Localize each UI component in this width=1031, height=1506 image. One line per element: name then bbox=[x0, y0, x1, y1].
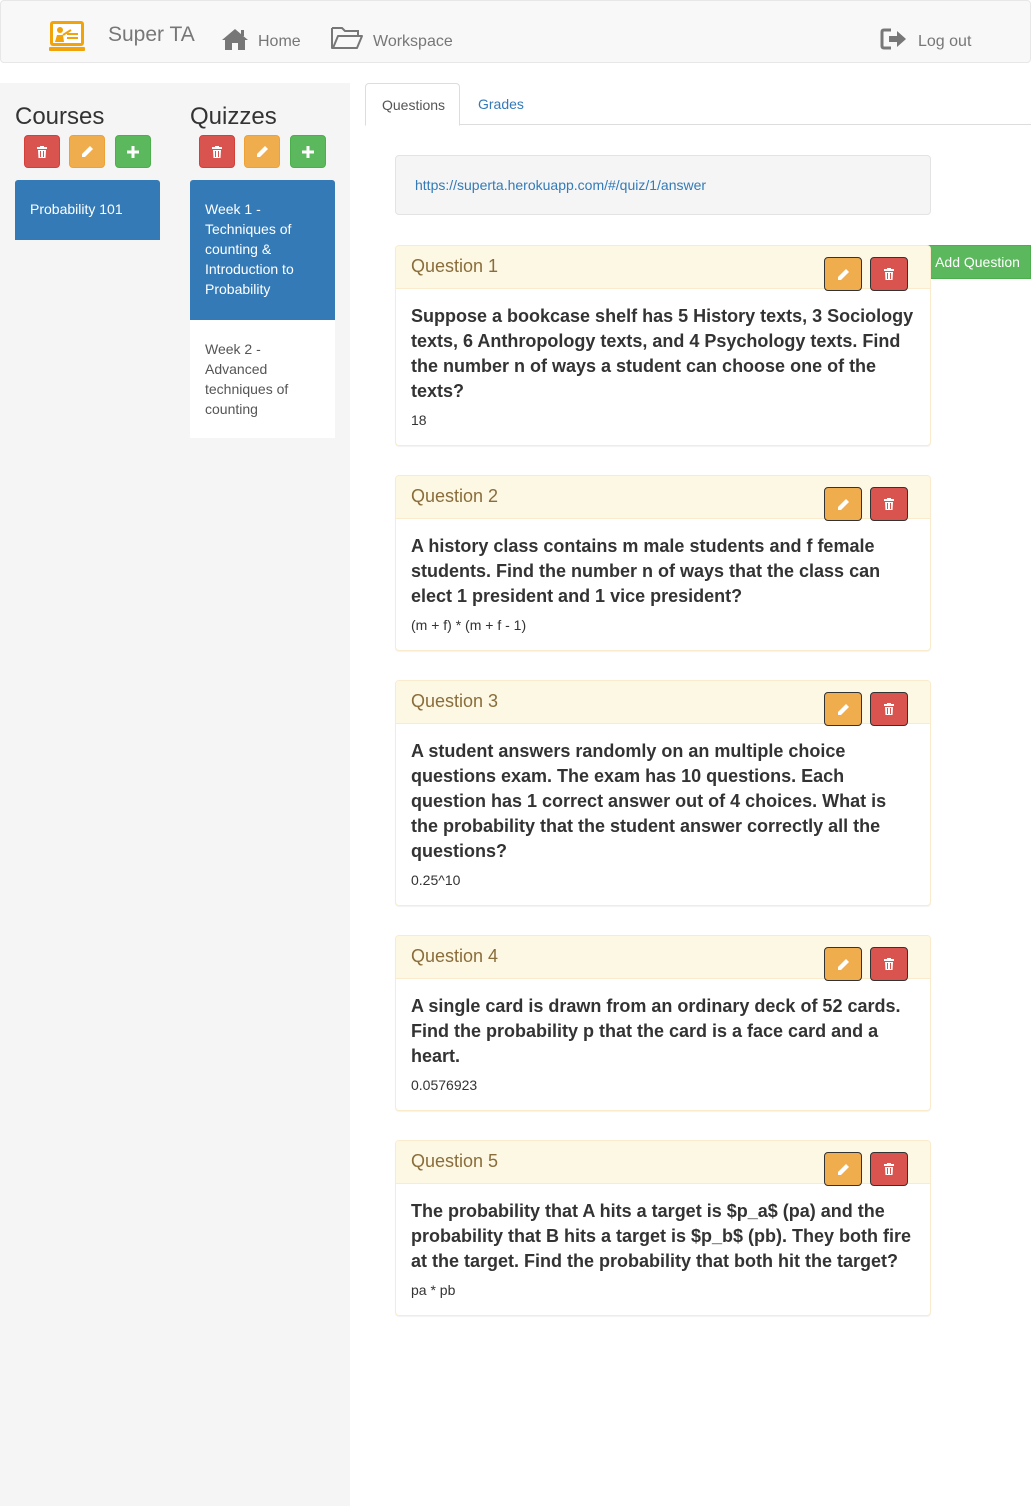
logout-icon bbox=[880, 28, 906, 50]
pencil-icon bbox=[837, 958, 849, 970]
nav-logout-label: Log out bbox=[918, 33, 972, 50]
question-heading: Question 1 bbox=[396, 246, 930, 291]
edit-question-button[interactable] bbox=[824, 257, 862, 291]
question-text: A student answers randomly on an multipl… bbox=[411, 741, 887, 861]
delete-question-button[interactable] bbox=[870, 487, 908, 521]
edit-question-button[interactable] bbox=[824, 487, 862, 521]
pencil-icon bbox=[837, 703, 849, 715]
question-text: The probability that A hits a target is … bbox=[411, 1201, 912, 1271]
plus-icon bbox=[127, 145, 139, 158]
nav-home-link[interactable]: Home bbox=[221, 17, 301, 51]
question-title: Question 3 bbox=[411, 691, 499, 711]
question-text: A history class contains m male students… bbox=[411, 536, 881, 606]
courses-list: Probability 101 bbox=[15, 180, 160, 240]
question-body: A history class contains m male students… bbox=[396, 519, 930, 650]
question-body: The probability that A hits a target is … bbox=[396, 1184, 930, 1315]
question-heading: Question 3 bbox=[396, 681, 930, 726]
question-title: Question 1 bbox=[411, 256, 499, 276]
trash-icon bbox=[37, 145, 47, 158]
pencil-icon bbox=[81, 146, 93, 157]
question-body: Suppose a bookcase shelf has 5 History t… bbox=[396, 289, 930, 445]
courses-column: Courses Probability 101 bbox=[15, 83, 160, 240]
delete-question-button[interactable] bbox=[870, 692, 908, 726]
question-text: A single card is drawn from an ordinary … bbox=[411, 996, 901, 1066]
trash-icon bbox=[884, 268, 894, 280]
edit-course-button[interactable] bbox=[69, 135, 105, 168]
edit-question-button[interactable] bbox=[824, 1152, 862, 1186]
quizzes-title: Quizzes bbox=[190, 103, 277, 130]
question-panel: Question 5 The probability that A hits a… bbox=[395, 1140, 931, 1316]
quizzes-list: Week 1 - Techniques of counting & Introd… bbox=[190, 180, 335, 438]
quiz-url-well: https://superta.herokuapp.com/#/quiz/1/a… bbox=[395, 155, 931, 215]
pencil-icon bbox=[837, 1163, 849, 1175]
question-answer: 0.0576923 bbox=[411, 1077, 478, 1093]
delete-question-button[interactable] bbox=[870, 257, 908, 291]
trash-icon bbox=[212, 145, 222, 158]
nav-workspace-link[interactable]: Workspace bbox=[330, 17, 453, 51]
trash-icon bbox=[884, 703, 894, 715]
nav-workspace-label: Workspace bbox=[373, 33, 453, 50]
question-panel: Question 3 A student answers randomly on… bbox=[395, 680, 931, 906]
question-heading: Question 5 bbox=[396, 1141, 930, 1186]
question-text: Suppose a bookcase shelf has 5 History t… bbox=[411, 306, 914, 401]
edit-question-button[interactable] bbox=[824, 947, 862, 981]
quiz-item[interactable]: Week 1 - Techniques of counting & Introd… bbox=[190, 180, 335, 320]
edit-question-button[interactable] bbox=[824, 692, 862, 726]
pencil-icon bbox=[837, 268, 849, 280]
main-tabs: Questions Grades bbox=[365, 83, 1031, 126]
sidebar: Courses Probability 101 Quizzes Week 1 -… bbox=[0, 83, 350, 1506]
edit-quiz-button[interactable] bbox=[244, 135, 280, 168]
trash-icon bbox=[884, 1163, 894, 1175]
folder-open-icon bbox=[331, 27, 363, 49]
tab-grades[interactable]: Grades bbox=[462, 83, 540, 125]
courses-title: Courses bbox=[15, 103, 105, 130]
question-heading: Question 4 bbox=[396, 936, 930, 981]
question-panel: Question 1 Suppose a bookcase shelf has … bbox=[395, 245, 931, 446]
quizzes-column: Quizzes Week 1 - Techniques of counting … bbox=[190, 83, 335, 438]
question-heading: Question 2 bbox=[396, 476, 930, 521]
question-title: Question 4 bbox=[411, 946, 499, 966]
add-question-button[interactable]: Add Question bbox=[924, 245, 1031, 279]
plus-icon bbox=[302, 145, 314, 158]
brand-name[interactable]: Super TA bbox=[108, 23, 195, 47]
question-title: Question 2 bbox=[411, 486, 499, 506]
tab-questions[interactable]: Questions bbox=[365, 83, 460, 126]
home-icon bbox=[222, 29, 248, 50]
nav-logout-link[interactable]: Log out bbox=[880, 17, 971, 51]
question-body: A single card is drawn from an ordinary … bbox=[396, 979, 930, 1110]
question-answer: 0.25^10 bbox=[411, 872, 461, 888]
question-panel: Question 4 A single card is drawn from a… bbox=[395, 935, 931, 1111]
delete-question-button[interactable] bbox=[870, 1152, 908, 1186]
quiz-item[interactable]: Week 2 - Advanced techniques of counting bbox=[190, 320, 335, 438]
teacher-logo-icon[interactable] bbox=[49, 20, 85, 51]
question-answer: 18 bbox=[411, 412, 427, 428]
navbar: Super TA Home Workspace Log out bbox=[0, 0, 1031, 63]
add-course-button[interactable] bbox=[115, 135, 151, 168]
trash-icon bbox=[884, 498, 894, 510]
delete-quiz-button[interactable] bbox=[199, 135, 235, 168]
pencil-icon bbox=[837, 498, 849, 510]
nav-home-label: Home bbox=[258, 33, 301, 50]
delete-course-button[interactable] bbox=[24, 135, 60, 168]
add-quiz-button[interactable] bbox=[290, 135, 326, 168]
question-answer: pa * pb bbox=[411, 1282, 456, 1298]
quiz-answer-link[interactable]: https://superta.herokuapp.com/#/quiz/1/a… bbox=[415, 177, 706, 193]
question-body: A student answers randomly on an multipl… bbox=[396, 724, 930, 905]
pencil-icon bbox=[256, 146, 268, 157]
question-title: Question 5 bbox=[411, 1151, 499, 1171]
trash-icon bbox=[884, 958, 894, 970]
course-item[interactable]: Probability 101 bbox=[15, 180, 160, 240]
question-panel: Question 2 A history class contains m ma… bbox=[395, 475, 931, 651]
delete-question-button[interactable] bbox=[870, 947, 908, 981]
question-answer: (m + f) * (m + f - 1) bbox=[411, 617, 527, 633]
